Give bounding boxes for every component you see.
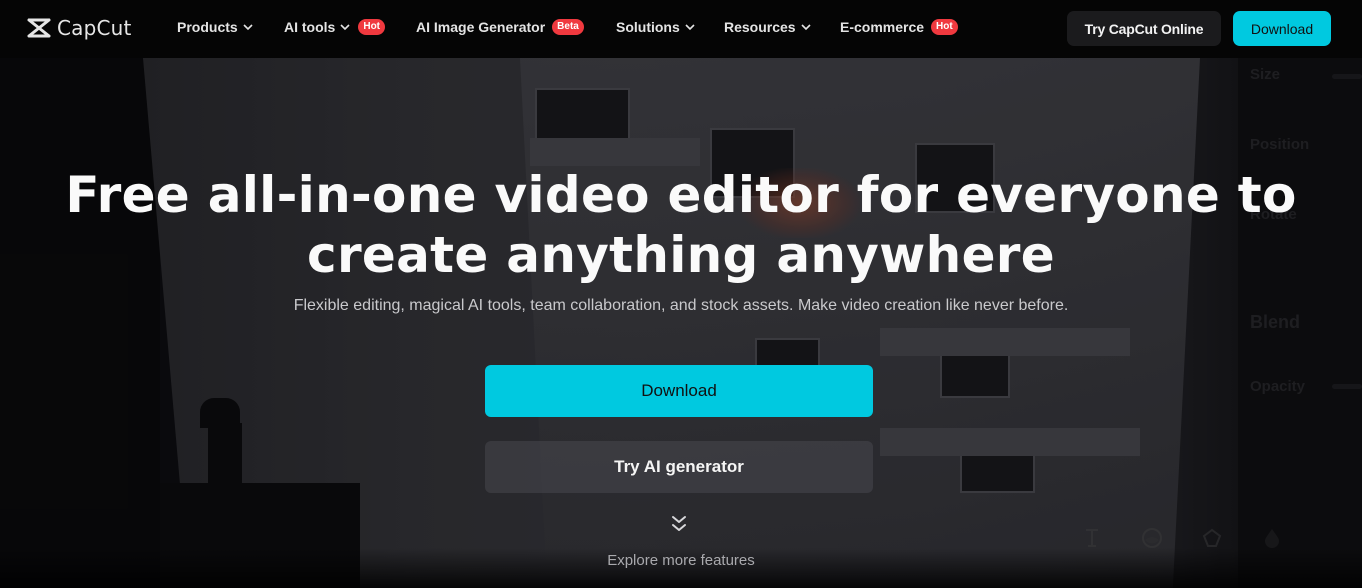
nav-solutions[interactable]: Solutions bbox=[616, 19, 696, 35]
hot-badge: Hot bbox=[931, 19, 958, 35]
nav-ai-image-generator[interactable]: AI Image Generator Beta bbox=[416, 19, 584, 35]
logo-text: CapCut bbox=[57, 16, 132, 40]
hero-subtitle: Flexible editing, magical AI tools, team… bbox=[293, 297, 1069, 314]
nav-ai-image-generator-label: AI Image Generator bbox=[416, 19, 546, 35]
chevron-down-icon bbox=[801, 24, 811, 31]
capcut-logo[interactable]: CapCut bbox=[27, 16, 132, 40]
hero-section: Size Position Rotate Blend Opacity Free … bbox=[0, 58, 1362, 588]
nav-ecommerce[interactable]: E-commerce Hot bbox=[840, 19, 958, 35]
nav-products[interactable]: Products bbox=[177, 19, 254, 35]
explore-more-features-link[interactable]: Explore more features bbox=[0, 552, 1362, 569]
nav-ecommerce-label: E-commerce bbox=[840, 19, 925, 35]
chevron-down-icon bbox=[243, 24, 253, 31]
try-capcut-online-button[interactable]: Try CapCut Online bbox=[1067, 11, 1221, 46]
top-navbar: CapCut Products AI tools Hot AI Image Ge… bbox=[0, 0, 1362, 58]
nav-products-label: Products bbox=[177, 19, 238, 35]
headline-line-1: Free all-in-one video editor for everyon… bbox=[65, 166, 1297, 224]
chevron-down-icon bbox=[685, 24, 695, 31]
hero-background-image: Size Position Rotate Blend Opacity bbox=[0, 58, 1362, 588]
nav-ai-tools[interactable]: AI tools Hot bbox=[284, 19, 386, 35]
capcut-logo-icon bbox=[27, 18, 51, 38]
headline-line-2: create anything anywhere bbox=[307, 226, 1055, 284]
beta-badge: Beta bbox=[552, 19, 584, 35]
nav-solutions-label: Solutions bbox=[616, 19, 680, 35]
nav-download-button[interactable]: Download bbox=[1233, 11, 1331, 46]
chevron-down-icon bbox=[340, 24, 350, 31]
hero-headline: Free all-in-one video editor for everyon… bbox=[0, 165, 1362, 285]
nav-resources-label: Resources bbox=[724, 19, 796, 35]
nav-resources[interactable]: Resources bbox=[724, 19, 812, 35]
double-chevron-down-icon[interactable] bbox=[670, 515, 688, 535]
bg-dim-overlay bbox=[0, 58, 1362, 588]
nav-ai-tools-label: AI tools bbox=[284, 19, 336, 35]
hot-badge: Hot bbox=[358, 19, 386, 35]
try-ai-generator-button[interactable]: Try AI generator bbox=[485, 441, 873, 493]
hero-download-button[interactable]: Download bbox=[485, 365, 873, 417]
